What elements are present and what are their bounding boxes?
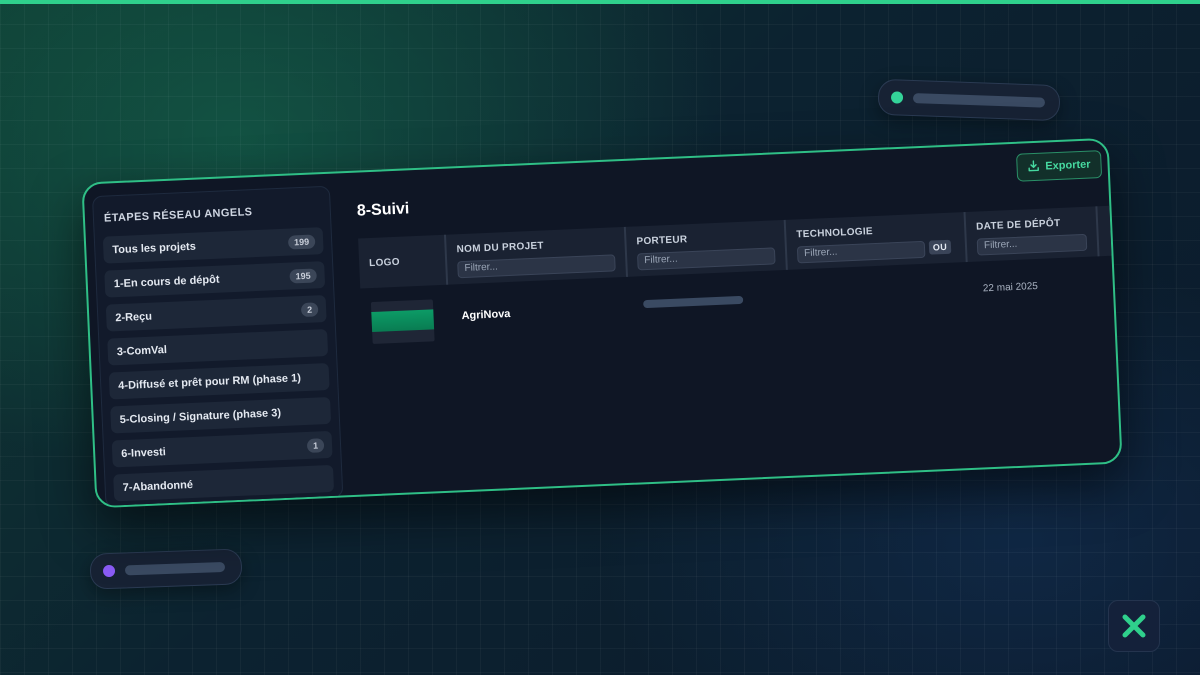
count-badge: 199 xyxy=(287,233,316,250)
column-header-date: DATE DE DÉPÔT Filtrer... xyxy=(965,206,1100,262)
column-header-name: NOM DU PROJET Filtrer... xyxy=(446,226,629,285)
placeholder-bar xyxy=(124,561,226,576)
stage-label: 3-ComVal xyxy=(116,343,168,358)
project-name[interactable]: AgriNova xyxy=(461,308,510,322)
export-label: Exporter xyxy=(1045,158,1091,173)
stage-list: Tous les projets 199 1-En cours de dépôt… xyxy=(95,227,342,502)
purple-dot-icon xyxy=(102,564,116,578)
stage-item-investi[interactable]: 6-Investi 1 xyxy=(111,430,333,468)
column-label: NOM DU PROJET xyxy=(456,240,545,256)
column-label: LOGO xyxy=(368,256,401,269)
name-filter-input[interactable]: Filtrer... xyxy=(457,254,616,279)
stage-label: 2-Reçu xyxy=(115,310,153,324)
top-accent-line xyxy=(0,0,1200,4)
floating-status-pill-secondary xyxy=(89,548,243,590)
column-label: DATE DE DÉPÔT xyxy=(975,217,1061,233)
column-label: TECHNOLOGIE xyxy=(796,226,874,241)
stage-label: 5-Closing / Signature (phase 3) xyxy=(119,406,282,426)
stage-label: Tous les projets xyxy=(112,240,197,256)
x-logo-icon xyxy=(1108,600,1160,652)
stage-label: 4-Diffusé et prêt pour RM (phase 1) xyxy=(118,371,302,392)
column-header-technologie: TECHNOLOGIE Filtrer... OU xyxy=(785,212,968,270)
page-title: 8-Suivi xyxy=(356,200,410,220)
stage-item-en-cours[interactable]: 1-En cours de dépôt 195 xyxy=(104,261,326,298)
placeholder-bar xyxy=(912,93,1046,108)
stage-item-comval[interactable]: 3-ComVal xyxy=(107,329,329,366)
column-header-logo: LOGO xyxy=(358,234,449,289)
stage-item-closing[interactable]: 5-Closing / Signature (phase 3) xyxy=(110,396,332,434)
logo-band xyxy=(371,309,435,333)
stage-item-abandonne[interactable]: 7-Abandonné xyxy=(113,464,335,502)
column-header-porteur: PORTEUR Filtrer... xyxy=(625,219,788,277)
stage-item-diffuse[interactable]: 4-Diffusé et prêt pour RM (phase 1) xyxy=(108,362,330,400)
porteur-filter-input[interactable]: Filtrer... xyxy=(636,247,776,271)
green-dot-icon xyxy=(890,91,904,104)
date-filter-input[interactable]: Filtrer... xyxy=(976,233,1088,256)
stages-sidebar: ÉTAPES RÉSEAU ANGELS Tous les projets 19… xyxy=(91,185,344,508)
app-window: ÉTAPES RÉSEAU ANGELS Tous les projets 19… xyxy=(81,137,1123,509)
stage-label: 6-Investi xyxy=(120,445,167,460)
technologie-filter-input[interactable]: Filtrer... xyxy=(796,240,926,264)
download-icon xyxy=(1027,159,1040,175)
deposit-date: 22 mai 2025 xyxy=(982,280,1039,295)
count-badge: 1 xyxy=(306,437,325,453)
floating-status-pill xyxy=(877,78,1061,122)
or-toggle-button[interactable]: OU xyxy=(928,239,952,255)
stage-label: 7-Abandonné xyxy=(122,478,194,494)
column-label: PORTEUR xyxy=(636,234,688,248)
project-logo-thumbnail xyxy=(370,299,435,345)
main-content: 8-Suivi Exporter LOGO NOM DU PROJET Filt… xyxy=(341,140,1120,495)
count-badge: 2 xyxy=(300,301,319,317)
porteur-placeholder-bar xyxy=(643,295,744,309)
stage-item-recu[interactable]: 2-Reçu 2 xyxy=(105,295,327,332)
export-button[interactable]: Exporter xyxy=(1015,150,1103,182)
count-badge: 195 xyxy=(289,267,317,284)
stage-label: 1-En cours de dépôt xyxy=(113,273,220,290)
